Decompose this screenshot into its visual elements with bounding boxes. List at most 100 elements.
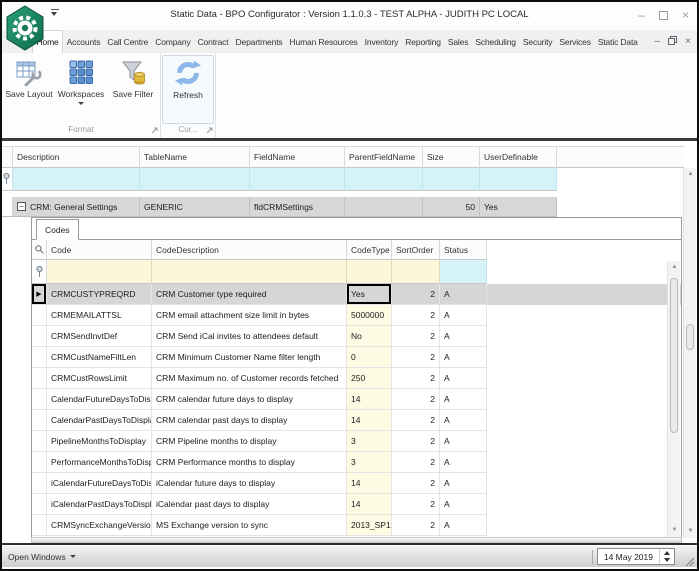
save-filter-button[interactable]: Save Filter (107, 55, 159, 124)
dialog-launcher-icon[interactable] (206, 127, 213, 136)
open-windows-dropdown[interactable]: Open Windows (2, 552, 76, 562)
filter-cell-tablename[interactable] (140, 168, 250, 191)
cell-codedescription[interactable]: iCalendar past days to display (152, 494, 347, 515)
cell-status[interactable]: A (440, 473, 487, 494)
cell-codetype[interactable]: 14 (347, 410, 392, 431)
cell-code[interactable]: CalendarPastDaysToDisplay (47, 410, 152, 431)
filter-cell-code[interactable] (47, 260, 152, 284)
cell-codedescription[interactable]: CRM email attachment size limit in bytes (152, 305, 347, 326)
date-editor[interactable]: 14 May 2019 (596, 548, 675, 565)
cell-userdefinable[interactable]: Yes (480, 197, 557, 217)
filter-cell-sortorder[interactable] (392, 260, 440, 284)
cell-codetype-focused[interactable]: Yes (347, 284, 392, 305)
cell-codetype[interactable]: 14 (347, 494, 392, 515)
tab-static-data[interactable]: Static Data (594, 30, 641, 53)
cell-sortorder[interactable]: 2 (392, 305, 440, 326)
table-row[interactable]: iCalendarPastDaysToDisplay iCalendar pas… (32, 494, 681, 515)
ribbon-restore-icon[interactable] (668, 35, 678, 48)
scrollbar-thumb[interactable] (670, 278, 678, 433)
cell-status[interactable]: A (440, 284, 487, 305)
maximize-button[interactable] (658, 10, 668, 20)
table-row[interactable]: CRMEMAILATTSL CRM email attachment size … (32, 305, 681, 326)
tab-security[interactable]: Security (519, 30, 556, 53)
cell-codedescription[interactable]: iCalendar future days to display (152, 473, 347, 494)
table-row[interactable]: PipelineMonthsToDisplay CRM Pipeline mon… (32, 431, 681, 452)
refresh-button[interactable]: Refresh (162, 55, 214, 124)
cell-status[interactable]: A (440, 347, 487, 368)
tab-codes[interactable]: Codes (36, 219, 79, 240)
codes-vertical-scrollbar[interactable]: ▲ ▼ (667, 261, 680, 537)
cell-codedescription[interactable]: CRM Minimum Customer Name filter length (152, 347, 347, 368)
column-header-fieldname[interactable]: FieldName (250, 146, 345, 168)
filter-cell-parentfieldname[interactable] (345, 168, 423, 191)
scrollbar-thumb[interactable] (686, 324, 694, 350)
column-header-parentfieldname[interactable]: ParentFieldName (345, 146, 423, 168)
cell-codetype[interactable]: 5000000 (347, 305, 392, 326)
cell-codetype[interactable]: No (347, 326, 392, 347)
tab-accounts[interactable]: Accounts (63, 30, 104, 53)
cell-codetype[interactable]: 3 (347, 452, 392, 473)
cell-codetype[interactable]: 0 (347, 347, 392, 368)
cell-sortorder[interactable]: 2 (392, 410, 440, 431)
filter-cell-size[interactable] (423, 168, 480, 191)
cell-sortorder[interactable]: 2 (392, 515, 440, 536)
cell-code[interactable]: CalendarFutureDaysToDisplay (47, 389, 152, 410)
cell-codedescription[interactable]: CRM calendar future days to display (152, 389, 347, 410)
spinner-up-icon[interactable] (664, 551, 670, 555)
cell-code[interactable]: CRMEMAILATTSL (47, 305, 152, 326)
column-header-userdefinable[interactable]: UserDefinable (480, 146, 557, 168)
dialog-launcher-icon[interactable] (151, 127, 158, 136)
cell-codedescription[interactable]: CRM calendar past days to display (152, 410, 347, 431)
cell-codedescription[interactable]: CRM Maximum no. of Customer records fetc… (152, 368, 347, 389)
close-button[interactable]: × (682, 5, 689, 25)
cell-codetype[interactable]: 14 (347, 473, 392, 494)
cell-parentfieldname[interactable] (345, 197, 423, 217)
master-vertical-scrollbar[interactable]: ▲ ▼ (683, 168, 696, 538)
column-header-description[interactable]: Description (13, 146, 140, 168)
table-row[interactable]: ▶ CRMCUSTYPREQRD CRM Customer type requi… (32, 284, 681, 305)
tab-contract[interactable]: Contract (194, 30, 232, 53)
column-header-size[interactable]: Size (423, 146, 480, 168)
scroll-up-icon[interactable]: ▲ (684, 168, 697, 181)
save-layout-button[interactable]: Save Layout (3, 55, 55, 124)
cell-sortorder[interactable]: 2 (392, 326, 440, 347)
filter-cell-codetype[interactable] (347, 260, 392, 284)
table-row[interactable]: CRMCustNameFiltLen CRM Minimum Customer … (32, 347, 681, 368)
cell-code[interactable]: CRMSendInvtDef (47, 326, 152, 347)
master-table-row[interactable]: − CRM: General Settings GENERIC fldCRMSe… (2, 197, 697, 217)
tab-sales[interactable]: Sales (444, 30, 472, 53)
tab-reporting[interactable]: Reporting (402, 30, 445, 53)
quick-access-toolbar-dropdown[interactable] (51, 9, 61, 21)
cell-status[interactable]: A (440, 305, 487, 326)
cell-code[interactable]: PerformanceMonthsToDisplay (47, 452, 152, 473)
cell-codetype[interactable]: 2013_SP1 (347, 515, 392, 536)
cell-status[interactable]: A (440, 452, 487, 473)
cell-sortorder[interactable]: 2 (392, 473, 440, 494)
cell-sortorder[interactable]: 2 (392, 347, 440, 368)
column-header-sortorder[interactable]: SortOrder (392, 240, 440, 260)
table-row[interactable]: CRMCustRowsLimit CRM Maximum no. of Cust… (32, 368, 681, 389)
ribbon-minimize-icon[interactable]: – (655, 36, 661, 47)
cell-code[interactable]: CRMCustRowsLimit (47, 368, 152, 389)
cell-size[interactable]: 50 (423, 197, 480, 217)
cell-codetype[interactable]: 3 (347, 431, 392, 452)
cell-sortorder[interactable]: 2 (392, 494, 440, 515)
cell-code[interactable]: iCalendarFutureDaysToDisplay (47, 473, 152, 494)
scroll-up-icon[interactable]: ▲ (668, 261, 681, 274)
cell-sortorder[interactable]: 2 (392, 431, 440, 452)
cell-codetype[interactable]: 14 (347, 389, 392, 410)
cell-code[interactable]: CRMSyncExchangeVersion (47, 515, 152, 536)
cell-codedescription[interactable]: CRM Customer type required (152, 284, 347, 305)
column-header-codetype[interactable]: CodeType (347, 240, 392, 260)
scroll-down-icon[interactable]: ▼ (684, 525, 697, 538)
cell-status[interactable]: A (440, 410, 487, 431)
date-value[interactable]: 14 May 2019 (598, 552, 659, 562)
table-row[interactable]: CRMSendInvtDef CRM Send iCal invites to … (32, 326, 681, 347)
cell-sortorder[interactable]: 2 (392, 389, 440, 410)
scroll-down-icon[interactable]: ▼ (668, 524, 681, 537)
spinner-down-icon[interactable] (664, 558, 670, 562)
column-header-status[interactable]: Status (440, 240, 487, 260)
filter-cell-description[interactable] (13, 168, 140, 191)
resize-grip[interactable] (683, 555, 695, 567)
cell-status[interactable]: A (440, 368, 487, 389)
